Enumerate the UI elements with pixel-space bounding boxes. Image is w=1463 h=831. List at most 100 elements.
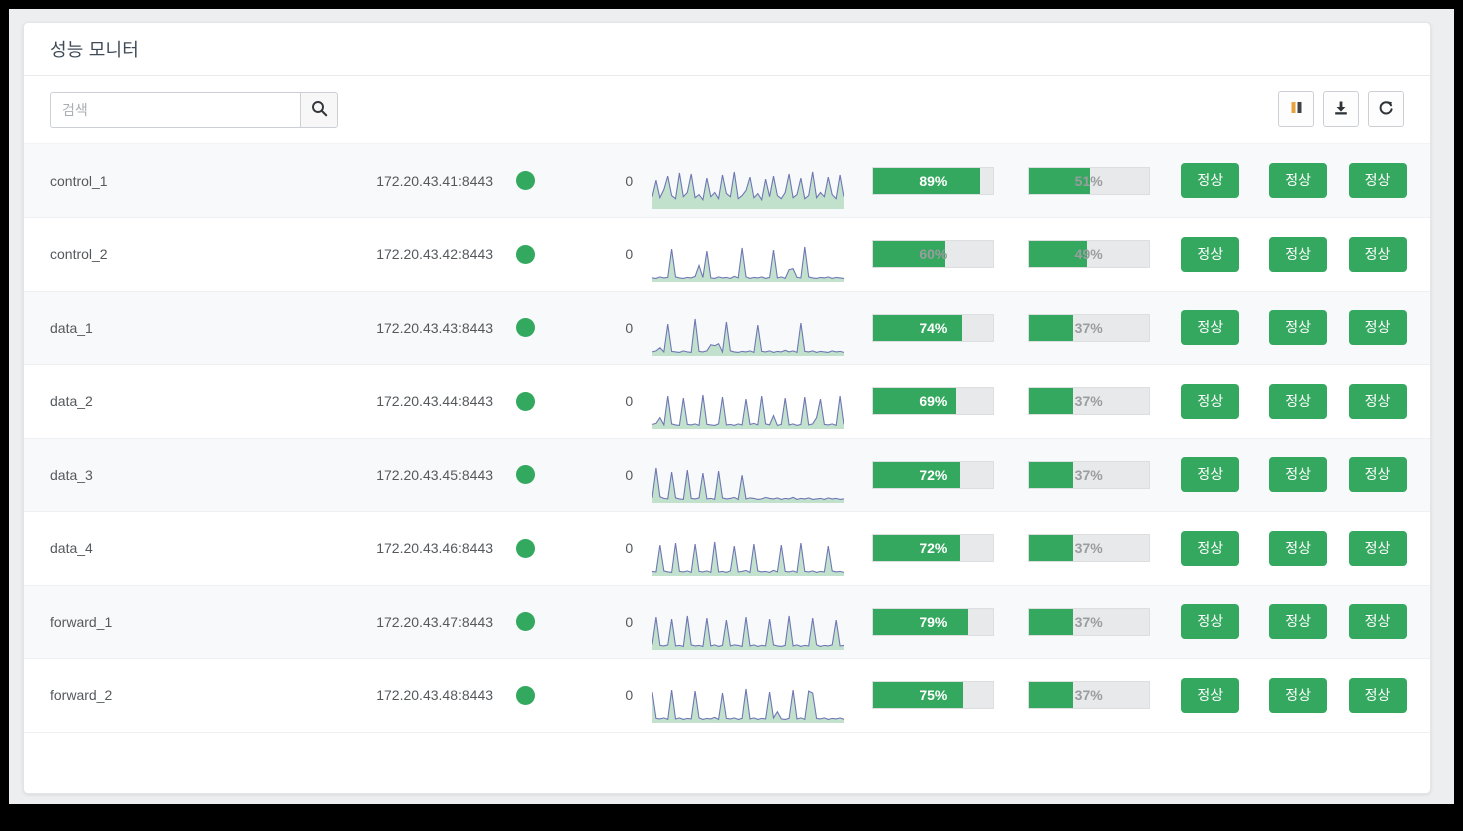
table-row[interactable]: data_2 172.20.43.44:8443 0 69% 37% 정상 정상 정상 bbox=[24, 364, 1430, 439]
status-badge-collector: 정상 bbox=[1348, 677, 1407, 713]
status-badge-gc: 정상 bbox=[1181, 530, 1240, 566]
cell-disk: 49% bbox=[1011, 217, 1167, 292]
cell-gc: 정상 bbox=[1166, 291, 1255, 365]
cell-node: forward_1 bbox=[24, 585, 319, 659]
status-badge-gc: 정상 bbox=[1181, 310, 1240, 346]
status-dot-icon bbox=[516, 685, 536, 705]
cell-status bbox=[494, 144, 558, 218]
search-group bbox=[50, 91, 338, 128]
cell-ip: 172.20.43.43:8443 bbox=[318, 291, 495, 365]
node-table: control_1 172.20.43.41:8443 0 89% 51% 정상 정상 정상 c… bbox=[24, 144, 1430, 733]
progress-label: 60% bbox=[919, 246, 948, 263]
toolbar-actions bbox=[1278, 91, 1404, 127]
cell-ip: 172.20.43.42:8443 bbox=[318, 217, 495, 292]
cell-status bbox=[494, 438, 558, 512]
status-badge-collector: 정상 bbox=[1348, 163, 1407, 198]
progress-bar: 37% bbox=[1027, 387, 1150, 416]
progress-bar: 60% bbox=[872, 240, 995, 269]
status-badge-udp: 정상 bbox=[1269, 236, 1328, 272]
status-badge-udp: 정상 bbox=[1269, 604, 1328, 640]
page-title: 성능 모니터 bbox=[50, 40, 140, 60]
cell-gc: 정상 bbox=[1166, 658, 1255, 733]
cell-udp: 정상 bbox=[1254, 291, 1343, 365]
cell-memory: 75% bbox=[855, 658, 1012, 733]
cell-gc: 정상 bbox=[1166, 144, 1255, 218]
cell-eps: 0 bbox=[557, 511, 642, 586]
progress-label: 72% bbox=[919, 540, 948, 557]
cell-disk: 37% bbox=[1011, 585, 1167, 659]
cell-ip: 172.20.43.41:8443 bbox=[318, 144, 495, 218]
table-row[interactable]: control_2 172.20.43.42:8443 0 60% 49% 정상 정상 정상 bbox=[24, 217, 1430, 292]
progress-label: 37% bbox=[1074, 540, 1103, 557]
cell-eps: 0 bbox=[557, 658, 642, 733]
progress-label: 37% bbox=[1074, 687, 1103, 704]
cell-ip: 172.20.43.45:8443 bbox=[318, 438, 495, 512]
status-badge-udp: 정상 bbox=[1269, 457, 1328, 493]
cell-collector: 정상 bbox=[1342, 585, 1430, 659]
progress-bar: 79% bbox=[872, 607, 995, 636]
cell-cpu-sparkline bbox=[641, 144, 856, 218]
cell-eps: 0 bbox=[557, 144, 642, 218]
status-badge-collector: 정상 bbox=[1348, 530, 1407, 566]
status-badge-gc: 정상 bbox=[1181, 677, 1240, 713]
search-icon bbox=[311, 100, 328, 120]
table-row[interactable]: data_3 172.20.43.45:8443 0 72% 37% 정상 정상 정상 bbox=[24, 438, 1430, 512]
cell-node: data_4 bbox=[24, 511, 319, 586]
performance-monitor-card: 성능 모니터 검색 노드 IP 주소 상태 EPS CPU 메모리 디스크 co… bbox=[23, 22, 1431, 794]
status-badge-collector: 정상 bbox=[1348, 457, 1407, 493]
cell-udp: 정상 bbox=[1254, 658, 1343, 733]
progress-bar: 89% bbox=[872, 166, 995, 195]
cell-udp: 정상 bbox=[1254, 217, 1343, 292]
status-badge-collector: 정상 bbox=[1348, 604, 1407, 640]
table-row[interactable]: forward_2 172.20.43.48:8443 0 75% 37% 정상 정상 정상 bbox=[24, 658, 1430, 733]
status-dot-icon bbox=[516, 465, 536, 485]
cell-collector: 정상 bbox=[1342, 291, 1430, 365]
cell-node: data_1 bbox=[24, 291, 319, 365]
cell-gc: 정상 bbox=[1166, 364, 1255, 439]
cell-memory: 72% bbox=[855, 511, 1012, 586]
table-row[interactable]: control_1 172.20.43.41:8443 0 89% 51% 정상 정상 정상 bbox=[24, 144, 1430, 218]
status-badge-gc: 정상 bbox=[1181, 163, 1240, 198]
status-dot-icon bbox=[516, 538, 536, 558]
table-row[interactable]: data_1 172.20.43.43:8443 0 74% 37% 정상 정상 정상 bbox=[24, 291, 1430, 365]
progress-bar: 51% bbox=[1027, 166, 1150, 195]
cell-gc: 정상 bbox=[1166, 585, 1255, 659]
cell-cpu-sparkline bbox=[641, 217, 856, 292]
cell-cpu-sparkline bbox=[641, 364, 856, 439]
progress-label: 89% bbox=[919, 172, 948, 189]
cell-eps: 0 bbox=[557, 291, 642, 365]
refresh-icon bbox=[1378, 100, 1394, 119]
progress-bar: 37% bbox=[1027, 534, 1150, 563]
cell-node: control_2 bbox=[24, 217, 319, 292]
cell-udp: 정상 bbox=[1254, 511, 1343, 586]
progress-bar: 72% bbox=[872, 460, 995, 489]
search-button[interactable] bbox=[300, 91, 338, 128]
status-dot-icon bbox=[516, 612, 536, 632]
cell-node: data_2 bbox=[24, 364, 319, 439]
download-icon bbox=[1333, 100, 1349, 119]
card-header: 성능 모니터 bbox=[24, 23, 1430, 76]
pause-button[interactable] bbox=[1278, 91, 1314, 127]
progress-bar: 49% bbox=[1027, 240, 1150, 269]
progress-label: 51% bbox=[1074, 172, 1103, 189]
status-dot-icon bbox=[516, 318, 536, 338]
progress-label: 49% bbox=[1074, 246, 1103, 263]
status-dot-icon bbox=[516, 171, 536, 190]
cell-ip: 172.20.43.48:8443 bbox=[318, 658, 495, 733]
refresh-button[interactable] bbox=[1368, 91, 1404, 127]
search-input[interactable] bbox=[50, 91, 300, 128]
progress-label: 79% bbox=[919, 613, 948, 630]
cell-disk: 37% bbox=[1011, 511, 1167, 586]
cell-collector: 정상 bbox=[1342, 438, 1430, 512]
table-row[interactable]: data_4 172.20.43.46:8443 0 72% 37% 정상 정상 정상 bbox=[24, 511, 1430, 586]
progress-bar: 74% bbox=[872, 313, 995, 342]
table-row[interactable]: forward_1 172.20.43.47:8443 0 79% 37% 정상 정상 정상 bbox=[24, 585, 1430, 659]
table-scroll-area[interactable]: control_1 172.20.43.41:8443 0 89% 51% 정상 정상 정상 c… bbox=[24, 144, 1430, 793]
cell-gc: 정상 bbox=[1166, 511, 1255, 586]
toolbar bbox=[24, 76, 1430, 143]
download-button[interactable] bbox=[1323, 91, 1359, 127]
cell-ip: 172.20.43.44:8443 bbox=[318, 364, 495, 439]
progress-label: 75% bbox=[919, 687, 948, 704]
progress-bar: 69% bbox=[872, 387, 995, 416]
cell-disk: 37% bbox=[1011, 658, 1167, 733]
